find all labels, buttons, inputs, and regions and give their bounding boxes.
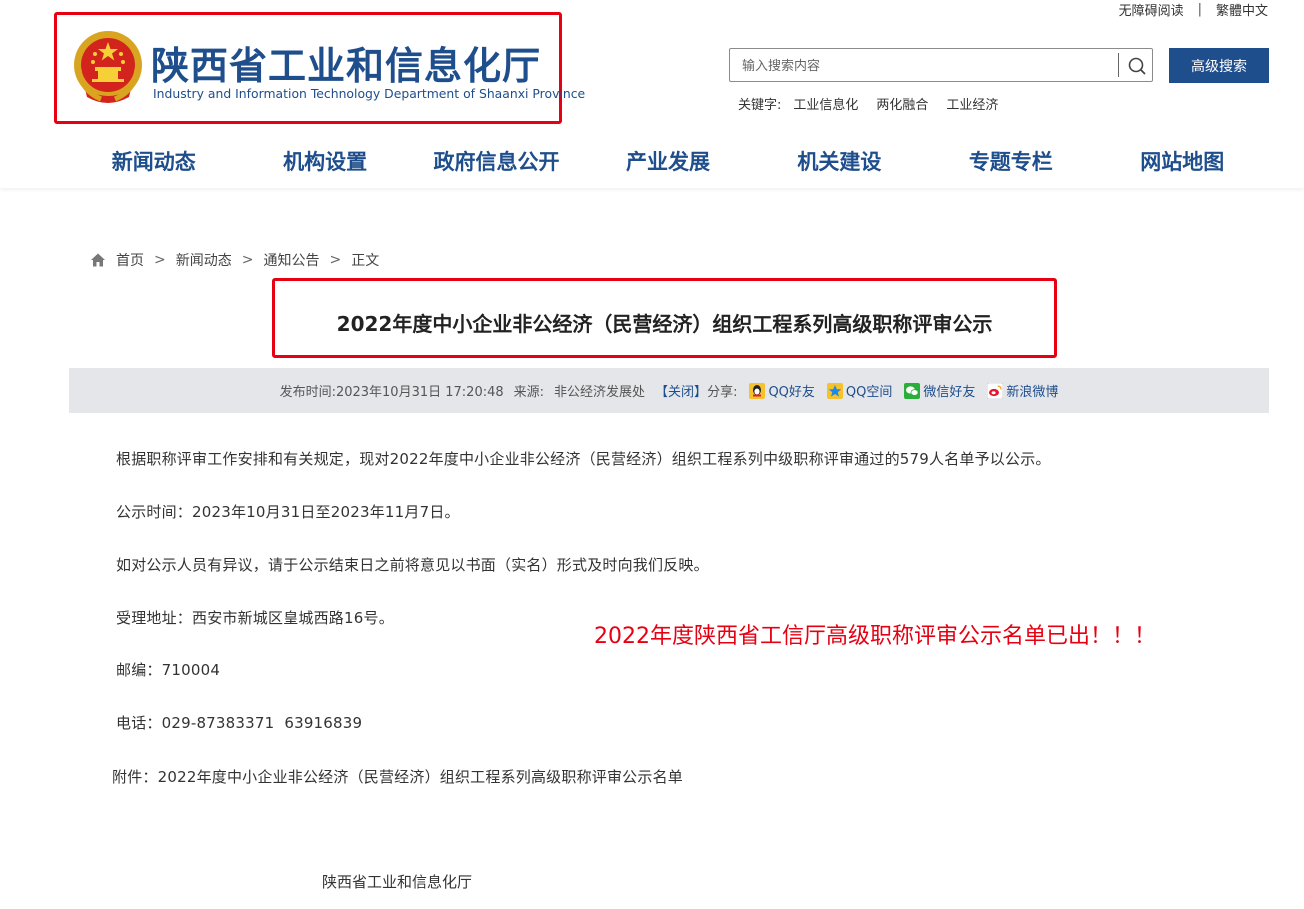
home-icon <box>91 253 105 267</box>
nav-item-special-topics[interactable]: 专题专栏 <box>925 140 1096 184</box>
breadcrumb-current: 正文 <box>351 253 380 269</box>
breadcrumb-separator: > <box>154 252 166 268</box>
nav-item-organization[interactable]: 机构设置 <box>239 140 410 184</box>
breadcrumb-separator: > <box>329 252 342 268</box>
qzone-icon <box>826 382 843 399</box>
article-paragraph: 根据职称评审工作安排和有关规定，现对2022年度中小企业非公经济（民营经济）组织… <box>116 450 1051 468</box>
breadcrumb-separator: > <box>241 252 254 268</box>
site-logo[interactable]: 陕西省工业和信息化厅 Industry and Information Tech… <box>54 12 585 124</box>
article-paragraph: 邮编：710004 <box>116 661 221 679</box>
nav-item-sitemap[interactable]: 网站地图 <box>1097 140 1268 184</box>
share-weibo[interactable]: 新浪微博 <box>987 381 1058 400</box>
wechat-icon <box>904 382 921 399</box>
keywords-label: 关键字: <box>738 98 782 113</box>
article-signature: 陕西省工业和信息化厅 <box>322 873 473 891</box>
article-title-box: 2022年度中小企业非公经济（民营经济）组织工程系列高级职称评审公示 <box>272 278 1057 358</box>
breadcrumb: 首页 > 新闻动态 > 通知公告 > 正文 <box>90 250 379 270</box>
search-icon[interactable] <box>1126 55 1148 77</box>
keyword-link[interactable]: 工业经济 <box>946 94 998 113</box>
nav-item-party-building[interactable]: 机关建设 <box>754 140 925 184</box>
keyword-link[interactable]: 两化融合 <box>876 94 928 113</box>
advanced-search-button[interactable]: 高级搜索 <box>1169 48 1269 83</box>
search-keywords: 关键字: 工业信息化 两化融合 工业经济 <box>738 94 998 113</box>
source-value: 非公经济发展处 <box>554 385 646 400</box>
article-title: 2022年度中小企业非公经济（民营经济）组织工程系列高级职称评审公示 <box>336 312 993 336</box>
nav-item-news[interactable]: 新闻动态 <box>68 140 239 184</box>
article-paragraph: 如对公示人员有异议，请于公示结束日之前将意见以书面（实名）形式及时向我们反映。 <box>116 556 709 574</box>
breadcrumb-home[interactable]: 首页 <box>116 250 144 270</box>
publish-time: 2023年10月31日 17:20:48 <box>335 385 504 400</box>
share-qq-friend-label: QQ好友 <box>768 385 815 400</box>
article-paragraph: 受理地址：西安市新城区皇城西路16号。 <box>116 609 394 627</box>
search-input[interactable] <box>740 55 1114 77</box>
breadcrumb-notices[interactable]: 通知公告 <box>263 250 319 270</box>
highlight-annotation: 2022年度陕西省工信厅高级职称评审公示名单已出！！！ <box>594 624 1156 649</box>
breadcrumb-news[interactable]: 新闻动态 <box>176 250 232 270</box>
keyword-link[interactable]: 工业信息化 <box>793 94 858 113</box>
search-divider <box>1118 53 1119 77</box>
traditional-chinese-link[interactable]: 繁體中文 <box>1216 0 1268 19</box>
top-links: 无障碍阅读 | 繁體中文 <box>1119 0 1268 19</box>
search-box <box>729 48 1153 82</box>
publish-time-label: 发布时间: <box>279 385 336 400</box>
nav-item-industry[interactable]: 产业发展 <box>582 140 753 184</box>
main-nav: 新闻动态 机构设置 政府信息公开 产业发展 机关建设 专题专栏 网站地图 <box>68 140 1268 184</box>
national-emblem-icon <box>74 31 142 103</box>
share-wechat-label: 微信好友 <box>923 385 976 400</box>
share-qzone[interactable]: QQ空间 <box>826 381 893 400</box>
site-header: 无障碍阅读 | 繁體中文 陕西省工业和信息化厅 Industry and Inf… <box>0 0 1304 188</box>
logo-english-name: Industry and Information Technology Depa… <box>153 86 586 101</box>
nav-item-gov-info[interactable]: 政府信息公开 <box>411 140 582 184</box>
attachment-link[interactable]: 附件：2022年度中小企业非公经济（民营经济）组织工程系列高级职称评审公示名单 <box>112 766 683 787</box>
logo-chinese-name: 陕西省工业和信息化厅 <box>151 44 542 88</box>
share-qq-friend[interactable]: QQ好友 <box>749 381 815 400</box>
close-link[interactable]: 【关闭】 <box>655 381 707 400</box>
share-weibo-label: 新浪微博 <box>1006 385 1059 400</box>
article-paragraph: 电话：029-87383371 63916839 <box>116 714 363 732</box>
source-label: 来源: <box>513 385 545 400</box>
article-meta-bar: 发布时间: 2023年10月31日 17:20:48 来源: 非公经济发展处 【… <box>69 368 1269 413</box>
share-qzone-label: QQ空间 <box>845 385 893 400</box>
top-links-divider: | <box>1197 2 1202 17</box>
share-wechat[interactable]: 微信好友 <box>904 381 975 400</box>
article-paragraph: 公示时间：2023年10月31日至2023年11月7日。 <box>116 503 460 521</box>
qq-icon <box>749 382 766 399</box>
accessible-reading-link[interactable]: 无障碍阅读 <box>1119 0 1184 19</box>
weibo-icon <box>987 382 1004 399</box>
share-label: 分享: <box>707 385 738 400</box>
